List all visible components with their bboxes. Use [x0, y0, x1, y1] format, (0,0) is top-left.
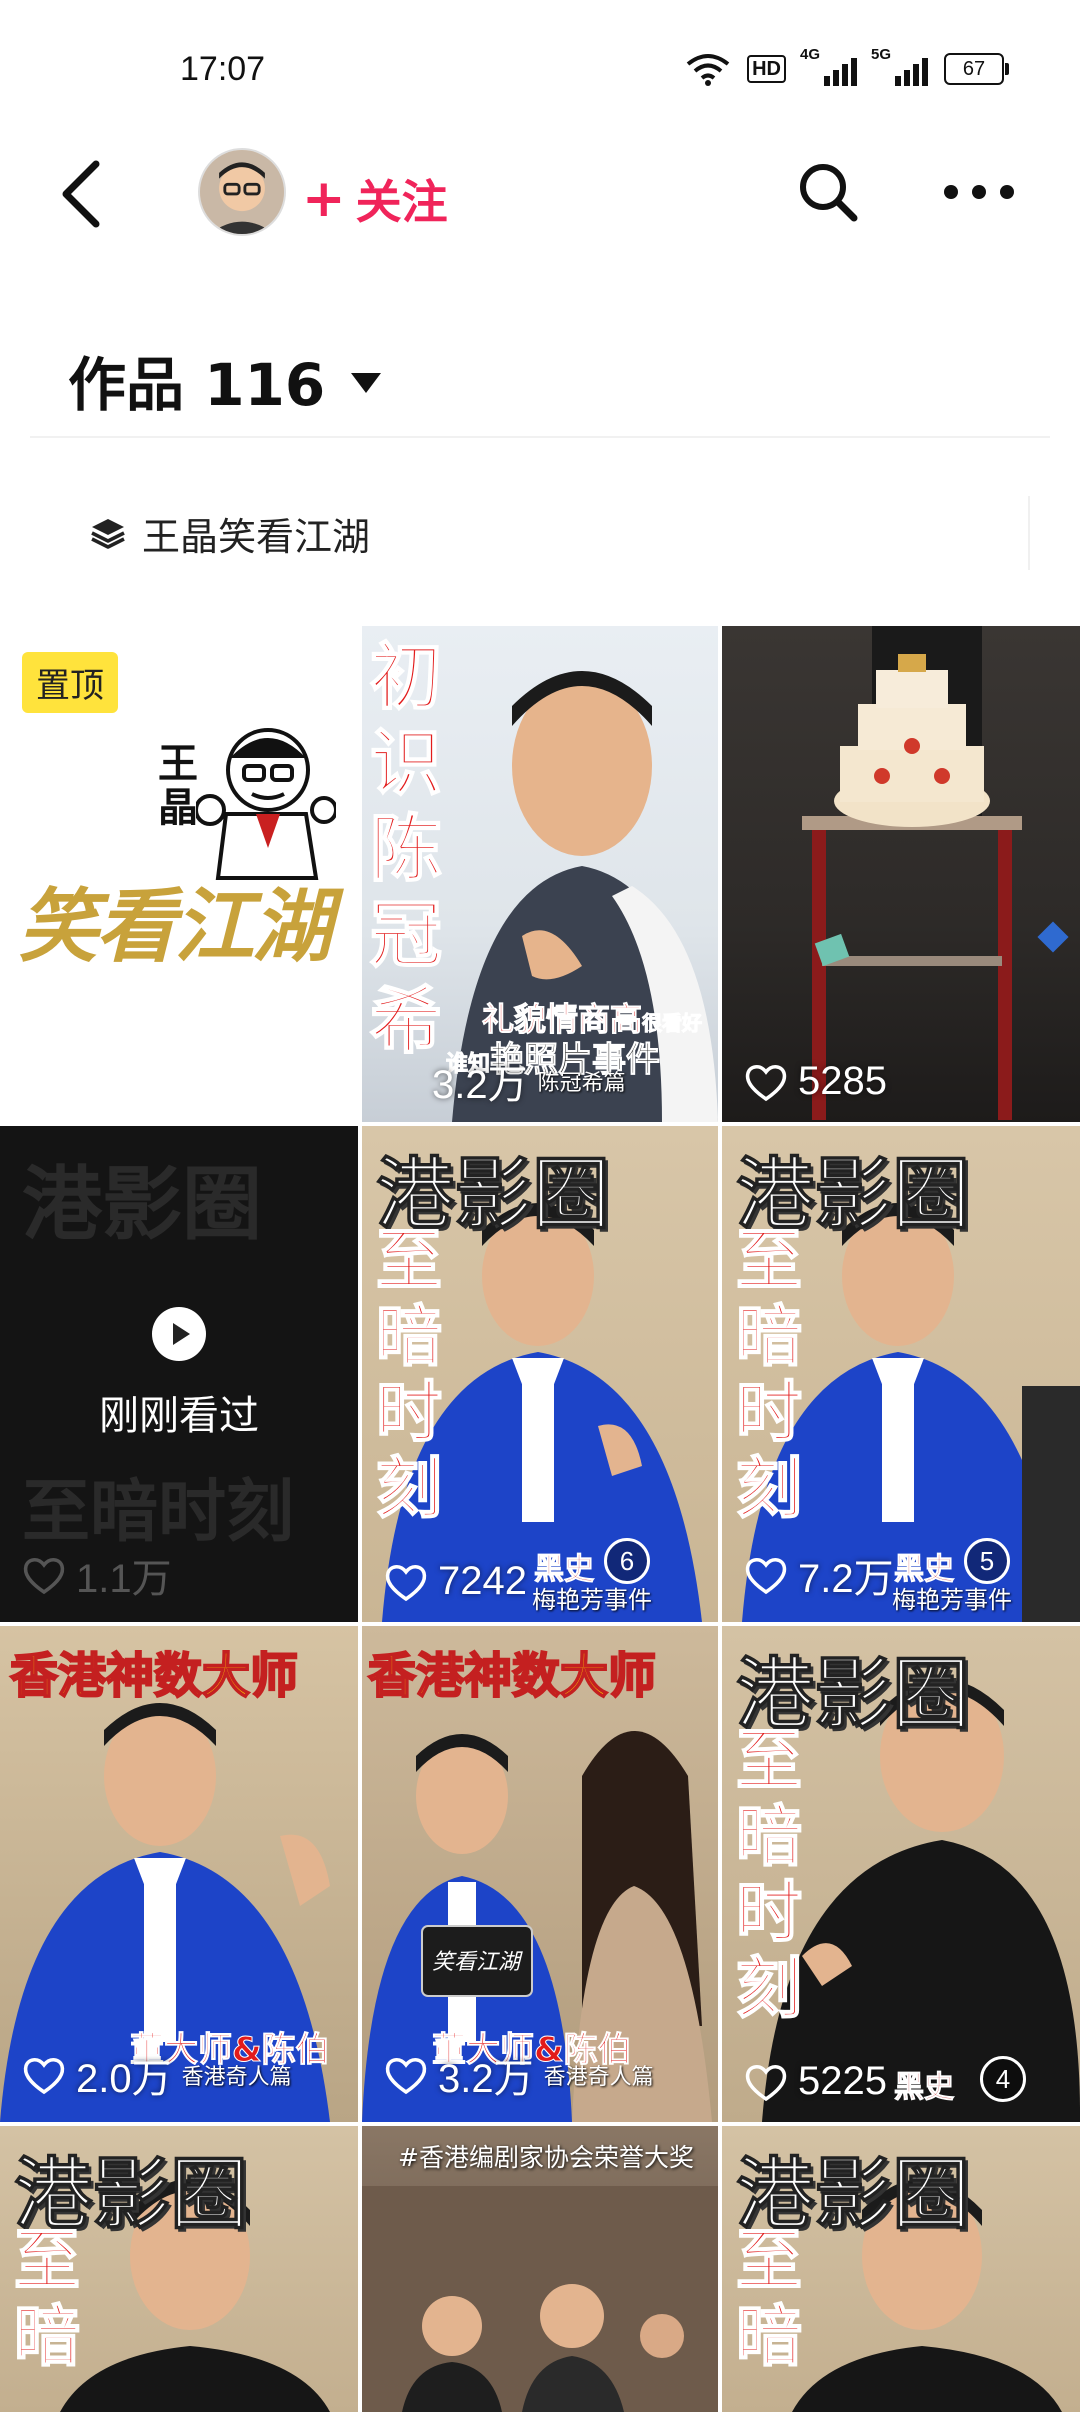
like-count: 3.2万 香港奇人篇: [384, 2046, 654, 2104]
video-tile[interactable]: 港影圈 至暗时刻 黑史 梅艳芳事件 5 7.2万: [722, 1126, 1080, 1622]
logo-big: 笑看江湖: [18, 879, 332, 973]
like-count: 1.1万: [22, 1546, 172, 1604]
heart-icon: [745, 1558, 787, 1595]
like-count-value: 5285: [798, 1059, 887, 1103]
video-tile[interactable]: 5285: [722, 626, 1080, 1122]
view-count: 3.2万 陈冠希篇: [432, 1052, 626, 1110]
video-tile[interactable]: 初识陈冠希 礼貌情商高很看好 谁知艳照片事件 3.2万 陈冠希篇: [362, 626, 718, 1122]
tile-title: 香港神数大师: [367, 1647, 657, 1705]
like-count: 7.2万: [744, 1546, 894, 1604]
video-tile[interactable]: 港影圈 至暗: [0, 2126, 358, 2412]
cake-photo: [802, 626, 1069, 1120]
tile-title: 香港神数大师: [9, 1647, 299, 1705]
follow-label: 关注: [355, 175, 448, 229]
like-count: 5225: [744, 2059, 887, 2104]
heart-icon: [385, 1564, 427, 1601]
more-options-icon[interactable]: [944, 180, 1024, 204]
signal-4g-icon: 4G: [800, 46, 857, 86]
play-icon: [152, 1307, 206, 1361]
heart-icon: [745, 1064, 787, 1101]
caret-down-icon: [351, 373, 382, 393]
like-count-value: 2.0万: [76, 2057, 172, 2101]
heart-icon: [385, 2058, 427, 2095]
video-tile[interactable]: 香港神数大师 董大师&陈伯 2.0万 香港奇人篇: [0, 1626, 358, 2122]
video-tile[interactable]: #香港编剧家协会荣誉大奖: [362, 2126, 718, 2412]
video-tile[interactable]: 笑看江湖 香港神数大师 董大师&陈伯 3.2万 香港奇人篇: [362, 1626, 718, 2122]
video-tile[interactable]: 港影圈 至暗时刻 黑史 4 5225: [722, 1626, 1080, 2122]
heart-icon: [23, 2058, 65, 2095]
tile-tag-small: 梅艳芳事件: [892, 1586, 1012, 1614]
like-count-value: 3.2万: [438, 2057, 534, 2101]
recently-watched-label: 刚刚看过: [99, 1393, 259, 1439]
hashtag-banner: #香港编剧家协会荣誉大奖: [398, 2143, 694, 2172]
tile-title-vertical: 至暗时刻: [735, 1221, 803, 1527]
tile-title-vertical: 初识陈冠希: [369, 633, 443, 1064]
video-tile-pinned[interactable]: 置顶 王晶 笑看江湖: [0, 626, 358, 1122]
tile-title-vertical: 至暗时刻: [375, 1221, 443, 1527]
held-card-text: 笑看江湖: [432, 1950, 521, 1975]
video-tile[interactable]: 港影圈 至暗: [722, 2126, 1080, 2412]
search-icon[interactable]: [796, 160, 860, 224]
back-arrow-icon[interactable]: [52, 158, 112, 230]
like-count: 2.0万 香港奇人篇: [22, 2046, 292, 2104]
like-count-value: 1.1万: [76, 1557, 172, 1601]
avatar[interactable]: [198, 148, 286, 236]
like-count-value: 7.2万: [798, 1557, 894, 1601]
collection-entry[interactable]: 王晶笑看江湖: [30, 496, 1030, 570]
like-count-value: 5225: [798, 2059, 887, 2103]
episode-badge: 5: [964, 1538, 1010, 1584]
heart-icon: [745, 2064, 787, 2101]
tile-tag: 黑史: [894, 2070, 955, 2106]
logo-small: 王晶: [158, 740, 198, 831]
tile-tag-small: 梅艳芳事件: [532, 1586, 652, 1614]
hd-badge: HD: [747, 55, 786, 83]
episode-label: 陈冠希篇: [537, 1071, 626, 1096]
status-bar: 17:07 HD 4G 5G 67: [0, 0, 1080, 150]
like-count-value: 7242: [438, 1559, 527, 1603]
view-count-value: 3.2万: [432, 1063, 528, 1107]
episode-label: 香港奇人篇: [543, 2065, 654, 2090]
layers-icon: [91, 519, 125, 549]
status-time: 17:07: [180, 50, 266, 88]
like-count: 7242: [384, 1559, 527, 1604]
heart-icon: [23, 1558, 65, 1595]
tile-title-vertical: 至暗: [735, 2221, 803, 2375]
like-count: 5285: [744, 1059, 887, 1104]
episode-badge: 6: [604, 1538, 650, 1584]
pinned-badge: 置顶: [22, 652, 118, 713]
works-tab-label: 作品 116: [68, 351, 326, 419]
works-tab[interactable]: 作品 116: [68, 338, 382, 422]
video-tile-watched[interactable]: 港影圈 至暗时刻 刚刚看过 1.1万: [0, 1126, 358, 1622]
status-icons: HD 4G 5G 67: [685, 46, 1009, 86]
follow-button[interactable]: + 关注: [302, 166, 448, 232]
plus-icon: +: [302, 169, 346, 229]
battery-indicator: 67: [944, 53, 1009, 85]
signal-5g-icon: 5G: [871, 46, 928, 86]
wifi-icon: [686, 54, 730, 86]
tile-title-vertical: 至暗时刻: [735, 1721, 803, 2027]
tile-title-vertical: 至暗: [13, 2221, 81, 2375]
episode-badge: 4: [980, 2056, 1026, 2102]
tab-divider: [30, 436, 1050, 438]
video-tile[interactable]: 港影圈 至暗时刻 黑史 梅艳芳事件 6 7242: [362, 1126, 718, 1622]
episode-label: 香港奇人篇: [181, 2065, 292, 2090]
collection-label: 王晶笑看江湖: [142, 514, 371, 559]
